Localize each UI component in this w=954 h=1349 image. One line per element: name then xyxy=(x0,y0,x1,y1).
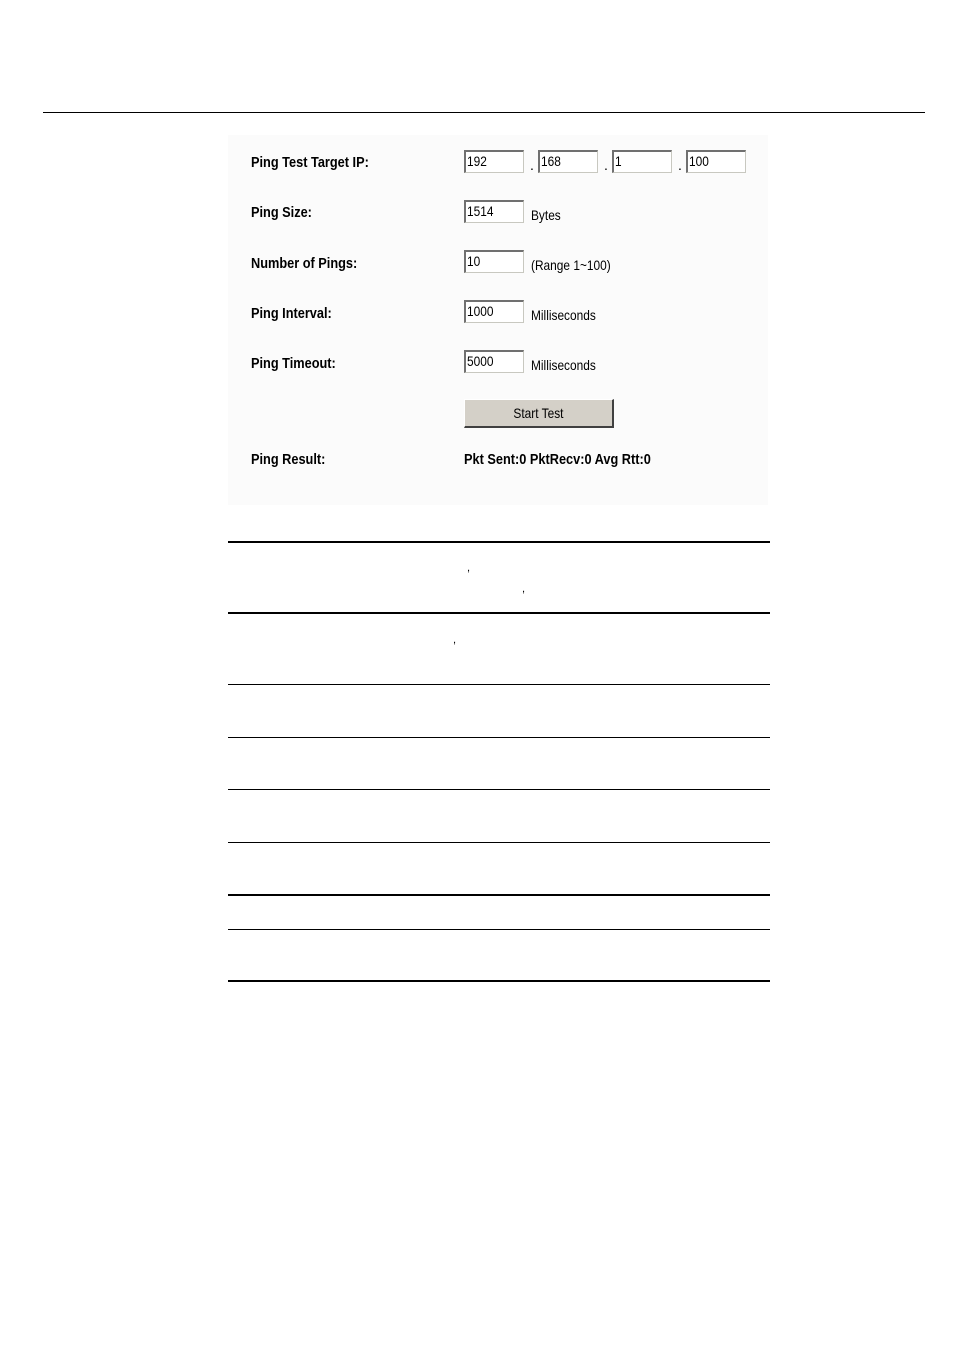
interval-value: 1000 xyxy=(467,303,494,319)
target-ip-label: Ping Test Target IP: xyxy=(251,154,369,171)
num-pings-range: (Range 1~100) xyxy=(531,257,611,273)
interval-label: Ping Interval: xyxy=(251,305,332,322)
ip-octet-2-value: 168 xyxy=(541,153,561,169)
ip-octet-3-value: 1 xyxy=(615,153,622,169)
ip-dot: . xyxy=(530,157,534,173)
table-comma: , xyxy=(522,583,526,595)
start-test-label: Start Test xyxy=(513,405,564,421)
table-rule xyxy=(228,684,770,685)
ping-test-panel: Ping Test Target IP: 192 . 168 . 1 . 100… xyxy=(228,135,768,505)
ping-size-input[interactable]: 1514 xyxy=(464,200,524,223)
ping-result-value: Pkt Sent:0 PktRecv:0 Avg Rtt:0 xyxy=(464,451,651,468)
table-rule xyxy=(228,737,770,738)
table-comma: , xyxy=(467,562,471,574)
start-test-button[interactable]: Start Test xyxy=(464,399,614,428)
timeout-unit: Milliseconds xyxy=(531,357,596,373)
ip-octet-2-input[interactable]: 168 xyxy=(538,150,598,173)
num-pings-value: 10 xyxy=(467,253,481,269)
ping-size-unit: Bytes xyxy=(531,207,561,223)
table-rule xyxy=(228,789,770,790)
timeout-input[interactable]: 5000 xyxy=(464,350,524,373)
ping-result-label: Ping Result: xyxy=(251,451,326,468)
table-rule xyxy=(228,541,770,543)
ping-size-value: 1514 xyxy=(467,203,494,219)
table-rule xyxy=(228,612,770,614)
table-rule xyxy=(228,929,770,930)
timeout-label: Ping Timeout: xyxy=(251,355,336,372)
table-rule xyxy=(228,842,770,843)
num-pings-label: Number of Pings: xyxy=(251,255,358,272)
header-rule xyxy=(43,112,925,113)
timeout-value: 5000 xyxy=(467,353,494,369)
ip-octet-4-value: 100 xyxy=(689,153,709,169)
ip-octet-3-input[interactable]: 1 xyxy=(612,150,672,173)
ip-dot: . xyxy=(604,157,608,173)
ip-octet-1-input[interactable]: 192 xyxy=(464,150,524,173)
ip-octet-1-value: 192 xyxy=(467,153,487,169)
table-rule xyxy=(228,980,770,982)
interval-unit: Milliseconds xyxy=(531,307,596,323)
interval-input[interactable]: 1000 xyxy=(464,300,524,323)
table-comma: , xyxy=(453,634,457,646)
num-pings-input[interactable]: 10 xyxy=(464,250,524,273)
table-rule xyxy=(228,894,770,896)
ip-octet-4-input[interactable]: 100 xyxy=(686,150,746,173)
ping-size-label: Ping Size: xyxy=(251,204,312,221)
ip-dot: . xyxy=(678,157,682,173)
